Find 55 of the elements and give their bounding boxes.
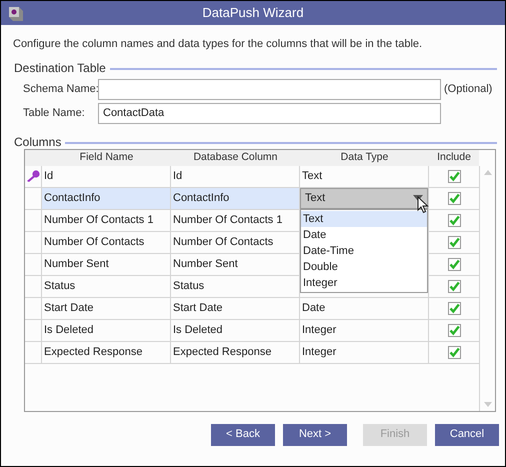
table-cell: Number Of Contacts 1 — [42, 210, 171, 230]
table-cell-text: Integer — [301, 322, 338, 338]
table-cell: Expected Response — [171, 342, 300, 362]
scroll-down-icon[interactable] — [484, 402, 492, 406]
include-checkbox[interactable] — [448, 214, 460, 226]
table-cell: Status — [42, 276, 171, 296]
data-type-combo[interactable]: Text — [300, 188, 428, 208]
table-cell: Start Date — [42, 298, 171, 318]
table-row[interactable]: Start Date Start Date Date — [25, 298, 479, 320]
table-cell-text: Text — [301, 168, 324, 184]
table-cell: Number Sent — [42, 254, 171, 274]
field-label: Table Name: — [23, 106, 86, 121]
window-title: DataPush Wizard — [202, 4, 304, 22]
table-cell: Status — [171, 276, 300, 296]
wizard-button[interactable]: Next > — [283, 424, 347, 446]
table-cell-text: Integer — [301, 344, 338, 360]
table-cell: Start Date — [171, 298, 300, 318]
include-checkbox[interactable] — [448, 346, 460, 358]
table-cell: Id — [171, 166, 300, 186]
table-cell: Is Deleted — [171, 320, 300, 340]
include-checkbox[interactable] — [448, 192, 460, 204]
table-cell: Number Of Contacts — [171, 232, 300, 252]
table-row[interactable]: Id Id Text — [25, 166, 479, 188]
table-name-field[interactable]: ContactData — [98, 102, 441, 124]
group-label: Destination Table — [14, 60, 106, 76]
table-cell: Number Of Contacts — [42, 232, 171, 252]
include-checkbox[interactable] — [448, 324, 460, 336]
app-logo-icon — [6, 4, 24, 22]
wizard-button[interactable]: Cancel — [435, 424, 499, 446]
include-checkbox[interactable] — [448, 170, 460, 182]
include-checkbox[interactable] — [448, 258, 460, 270]
include-checkbox[interactable] — [448, 280, 460, 292]
table-cell: Expected Response — [42, 342, 171, 362]
dropdown-option[interactable]: Text — [301, 210, 427, 226]
schema-name-field[interactable] — [98, 78, 441, 100]
table-cell: Is Deleted — [42, 320, 171, 340]
table-cell: Number Of Contacts 1 — [171, 210, 300, 230]
table-cell: Id — [42, 166, 171, 186]
column-header[interactable]: Include — [429, 150, 479, 166]
column-header[interactable]: Field Name — [42, 150, 171, 166]
table-cell-text: Date — [301, 300, 326, 316]
scroll-up-icon[interactable] — [484, 170, 492, 174]
include-checkbox[interactable] — [448, 302, 460, 314]
table-cell: ContactInfo — [42, 188, 171, 208]
table-cell: Number Sent — [171, 254, 300, 274]
group-label: Columns — [14, 134, 62, 150]
column-header[interactable]: Database Column — [171, 150, 300, 166]
description-text: Configure the column names and data types for the columns that will be in the table. — [13, 37, 424, 52]
column-header[interactable]: Data Type — [300, 150, 429, 166]
table-row[interactable]: Expected Response Expected Response Integer — [25, 342, 479, 364]
table-row[interactable]: Is Deleted Is Deleted Integer — [25, 320, 479, 342]
scrollbar[interactable] — [479, 166, 495, 410]
include-checkbox[interactable] — [448, 236, 460, 248]
wizard-button[interactable]: < Back — [211, 424, 275, 446]
optional-note: (Optional) — [444, 82, 492, 97]
